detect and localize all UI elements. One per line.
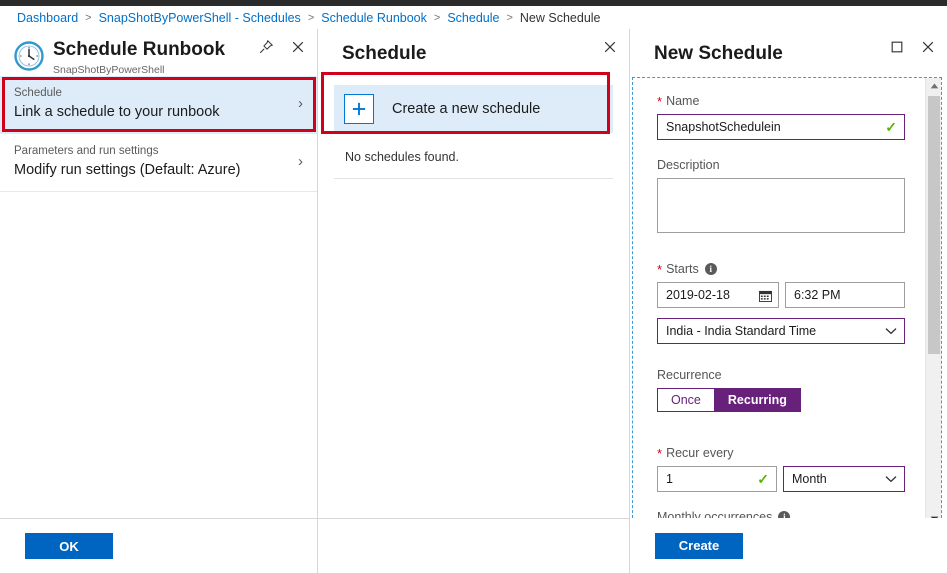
info-icon[interactable]: i bbox=[704, 263, 717, 275]
runbook-settings-list: Schedule Link a schedule to your runbook… bbox=[0, 76, 317, 192]
required-indicator: * bbox=[657, 261, 663, 277]
description-label-text: Description bbox=[657, 158, 720, 172]
recur-every-unit-select[interactable]: Month bbox=[783, 466, 905, 492]
recurrence-label: Recurrence bbox=[657, 366, 909, 384]
breadcrumb-separator: > bbox=[506, 11, 513, 24]
schedule-blade-title: Schedule bbox=[342, 43, 427, 64]
scrollbar-thumb[interactable] bbox=[928, 96, 940, 354]
recurrence-label-text: Recurrence bbox=[657, 368, 722, 382]
form-scrollbar[interactable] bbox=[925, 78, 941, 527]
recur-every-valid-check-icon: ✓ bbox=[757, 471, 769, 487]
sidebar-item-schedule-caption: Schedule bbox=[14, 87, 62, 99]
close-icon[interactable] bbox=[919, 38, 936, 55]
ok-button[interactable]: OK bbox=[25, 533, 113, 559]
new-schedule-blade: New Schedule * Name SnapshotSchedulein ✓… bbox=[630, 29, 947, 573]
chevron-right-icon: › bbox=[298, 95, 303, 112]
description-label: Description bbox=[657, 156, 909, 174]
new-schedule-title: New Schedule bbox=[654, 43, 783, 64]
recur-every-label: * Recur every bbox=[657, 444, 909, 462]
starts-label-text: Starts bbox=[666, 262, 699, 276]
starts-label: * Starts i bbox=[657, 260, 909, 278]
create-button[interactable]: Create bbox=[655, 532, 743, 559]
azure-portal-screen: Dashboard > SnapShotByPowerShell - Sched… bbox=[0, 0, 947, 573]
clock-icon bbox=[14, 41, 44, 71]
pin-icon[interactable] bbox=[258, 38, 275, 55]
plus-icon bbox=[344, 94, 374, 124]
name-valid-check-icon: ✓ bbox=[885, 119, 897, 135]
close-icon[interactable] bbox=[289, 38, 306, 55]
recur-every-label-text: Recur every bbox=[666, 446, 734, 460]
breadcrumb-item-schedule-runbook[interactable]: Schedule Runbook bbox=[321, 11, 427, 25]
schedule-blade-footer bbox=[318, 518, 629, 573]
schedule-list-area: Create a new schedule No schedules found… bbox=[318, 72, 629, 179]
create-new-schedule-button[interactable]: Create a new schedule bbox=[334, 85, 613, 133]
schedule-blade-header: Schedule bbox=[318, 29, 629, 76]
no-schedules-message: No schedules found. bbox=[334, 133, 613, 179]
name-input[interactable] bbox=[657, 114, 905, 140]
recurrence-option-recurring[interactable]: Recurring bbox=[714, 388, 801, 412]
name-field-group: * Name ✓ bbox=[657, 92, 909, 140]
recurrence-option-once[interactable]: Once bbox=[657, 388, 715, 412]
maximize-icon[interactable] bbox=[888, 38, 905, 55]
name-label: * Name bbox=[657, 92, 909, 110]
required-indicator: * bbox=[657, 445, 663, 461]
breadcrumb-separator: > bbox=[433, 11, 441, 24]
schedule-blade: Schedule Create a new schedule No schedu… bbox=[318, 29, 630, 573]
chevron-up-icon[interactable] bbox=[926, 78, 941, 94]
breadcrumb-separator: > bbox=[85, 11, 92, 24]
sidebar-item-schedule[interactable]: Schedule Link a schedule to your runbook… bbox=[0, 76, 317, 134]
close-icon[interactable] bbox=[601, 38, 618, 55]
new-schedule-blade-header: New Schedule bbox=[630, 29, 947, 76]
recur-every-unit-value: Month bbox=[792, 472, 827, 486]
description-field-group: Description bbox=[657, 156, 909, 238]
schedule-runbook-blade: Schedule Runbook SnapShotByPowerShell Sc… bbox=[0, 29, 318, 573]
description-textarea[interactable] bbox=[657, 178, 905, 233]
breadcrumb: Dashboard > SnapShotByPowerShell - Sched… bbox=[0, 6, 947, 29]
breadcrumb-item-new-schedule: New Schedule bbox=[519, 10, 601, 25]
recur-every-field-group: * Recur every ✓ Month bbox=[657, 444, 909, 492]
breadcrumb-item-schedule[interactable]: Schedule bbox=[447, 11, 499, 25]
schedule-runbook-footer: OK bbox=[0, 518, 317, 573]
breadcrumb-separator: > bbox=[307, 11, 315, 24]
page-title: Schedule Runbook bbox=[53, 39, 226, 60]
start-time-input[interactable] bbox=[785, 282, 905, 308]
schedule-runbook-blade-header: Schedule Runbook SnapShotByPowerShell bbox=[0, 29, 317, 76]
sidebar-item-parameters-title: Modify run settings (Default: Azure) bbox=[14, 162, 241, 178]
create-new-schedule-label: Create a new schedule bbox=[392, 101, 541, 117]
breadcrumb-item-snapshotbypowershell-schedules[interactable]: SnapShotByPowerShell - Schedules bbox=[99, 11, 301, 25]
sidebar-item-schedule-title: Link a schedule to your runbook bbox=[14, 104, 220, 120]
page-subtitle: SnapShotByPowerShell bbox=[53, 64, 165, 76]
sidebar-item-parameters-and-run-settings[interactable]: Parameters and run settings Modify run s… bbox=[0, 134, 317, 192]
recurrence-field-group: Recurrence Once Recurring bbox=[657, 366, 909, 412]
required-indicator: * bbox=[657, 93, 663, 109]
breadcrumb-item-dashboard[interactable]: Dashboard bbox=[17, 11, 78, 25]
starts-field-group: * Starts i 2019-02-18 6:32 PM India - In… bbox=[657, 260, 909, 344]
chevron-right-icon: › bbox=[298, 153, 303, 170]
recurrence-toggle: Once Recurring bbox=[657, 388, 909, 412]
timezone-select-value: India - India Standard Time bbox=[666, 324, 817, 338]
new-schedule-form: * Name ✓ Description bbox=[632, 77, 942, 528]
name-label-text: Name bbox=[666, 94, 700, 108]
start-date-input[interactable] bbox=[657, 282, 779, 308]
timezone-select[interactable]: India - India Standard Time bbox=[657, 318, 905, 344]
new-schedule-footer: Create bbox=[630, 518, 947, 573]
sidebar-item-parameters-caption: Parameters and run settings bbox=[14, 145, 159, 157]
